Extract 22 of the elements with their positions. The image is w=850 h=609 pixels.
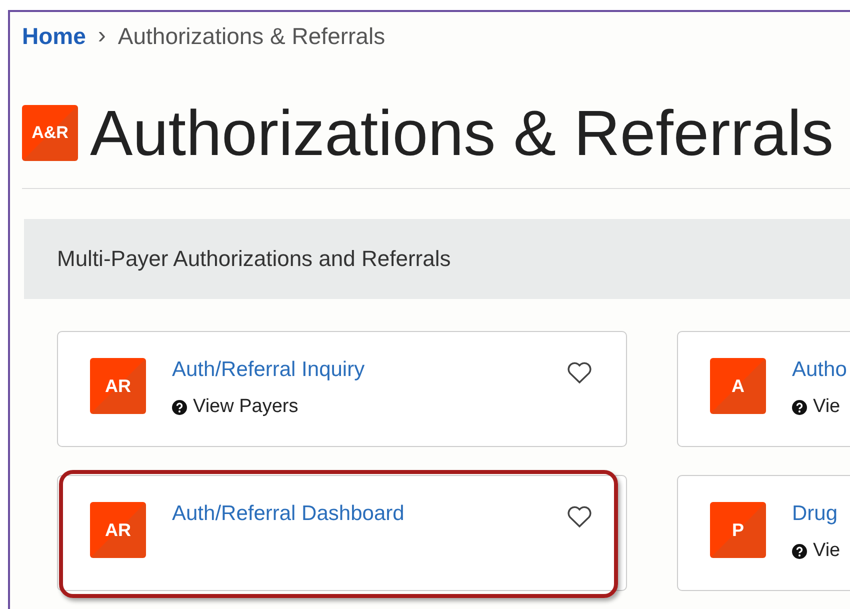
- app-badge: P: [710, 502, 766, 558]
- app-badge: AR: [90, 502, 146, 558]
- app-logo: A&R: [22, 105, 78, 161]
- breadcrumb-separator: ›: [98, 22, 106, 50]
- app-badge: AR: [90, 358, 146, 414]
- page-title: Authorizations & Referrals: [90, 100, 834, 166]
- app-link[interactable]: Autho: [792, 358, 847, 382]
- breadcrumb-current: Authorizations & Referrals: [118, 22, 386, 50]
- app-link[interactable]: Auth/Referral Dashboard: [172, 502, 404, 526]
- view-payers-link[interactable]: Vie: [792, 396, 847, 418]
- app-badge: A: [710, 358, 766, 414]
- help-icon: [792, 400, 807, 414]
- breadcrumb-link[interactable]: Home: [22, 22, 86, 50]
- app-link[interactable]: Drug: [792, 502, 840, 526]
- view-payers-link[interactable]: View Payers: [172, 396, 365, 418]
- section-title: Multi-Payer Authorizations and Referrals: [57, 246, 451, 272]
- help-icon: [172, 400, 187, 414]
- view-payers-link[interactable]: Vie: [792, 540, 840, 562]
- app-link[interactable]: Auth/Referral Inquiry: [172, 358, 365, 382]
- favorite-icon[interactable]: [566, 504, 593, 528]
- favorite-icon[interactable]: [566, 360, 593, 384]
- help-icon: [792, 544, 807, 558]
